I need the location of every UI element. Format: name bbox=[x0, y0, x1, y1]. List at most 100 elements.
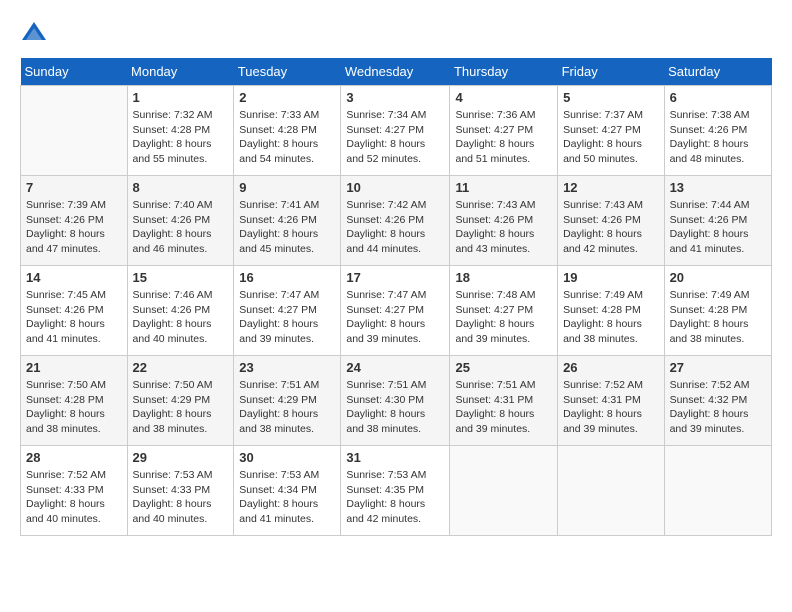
calendar-cell: 9 Sunrise: 7:41 AMSunset: 4:26 PMDaylight… bbox=[234, 176, 341, 266]
calendar-cell bbox=[21, 86, 128, 176]
day-info: Sunrise: 7:53 AMSunset: 4:34 PMDaylight:… bbox=[239, 468, 335, 527]
day-info: Sunrise: 7:40 AMSunset: 4:26 PMDaylight:… bbox=[133, 198, 229, 257]
calendar-cell: 25Sunrise: 7:51 AMSunset: 4:31 PMDayligh… bbox=[450, 356, 558, 446]
day-number: 16 bbox=[239, 270, 335, 285]
calendar-cell: 10 Sunrise: 7:42 AMSunset: 4:26 PMDayligh… bbox=[341, 176, 450, 266]
day-info: Sunrise: 7:49 AMSunset: 4:28 PMDaylight:… bbox=[563, 288, 659, 347]
calendar-cell: 7 Sunrise: 7:39 AMSunset: 4:26 PMDaylight… bbox=[21, 176, 128, 266]
calendar-cell: 13Sunrise: 7:44 AMSunset: 4:26 PMDayligh… bbox=[664, 176, 771, 266]
calendar-cell: 26 Sunrise: 7:52 AMSunset: 4:31 PMDayligh… bbox=[558, 356, 665, 446]
calendar-cell: 17 Sunrise: 7:47 AMSunset: 4:27 PMDayligh… bbox=[341, 266, 450, 356]
day-info: Sunrise: 7:36 AMSunset: 4:27 PMDaylight:… bbox=[455, 108, 552, 167]
calendar-cell: 21 Sunrise: 7:50 AMSunset: 4:28 PMDayligh… bbox=[21, 356, 128, 446]
calendar-cell: 19 Sunrise: 7:49 AMSunset: 4:28 PMDayligh… bbox=[558, 266, 665, 356]
calendar-week-row: 14 Sunrise: 7:45 AMSunset: 4:26 PMDayligh… bbox=[21, 266, 772, 356]
calendar-week-row: 1 Sunrise: 7:32 AMSunset: 4:28 PMDaylight… bbox=[21, 86, 772, 176]
day-info: Sunrise: 7:33 AMSunset: 4:28 PMDaylight:… bbox=[239, 108, 335, 167]
day-number: 17 bbox=[346, 270, 444, 285]
day-info: Sunrise: 7:43 AMSunset: 4:26 PMDaylight:… bbox=[455, 198, 552, 257]
day-info: Sunrise: 7:47 AMSunset: 4:27 PMDaylight:… bbox=[346, 288, 444, 347]
day-info: Sunrise: 7:50 AMSunset: 4:28 PMDaylight:… bbox=[26, 378, 122, 437]
day-info: Sunrise: 7:41 AMSunset: 4:26 PMDaylight:… bbox=[239, 198, 335, 257]
header-thursday: Thursday bbox=[450, 58, 558, 86]
calendar-cell: 23 Sunrise: 7:51 AMSunset: 4:29 PMDayligh… bbox=[234, 356, 341, 446]
day-info: Sunrise: 7:51 AMSunset: 4:29 PMDaylight:… bbox=[239, 378, 335, 437]
day-info: Sunrise: 7:39 AMSunset: 4:26 PMDaylight:… bbox=[26, 198, 122, 257]
calendar-cell: 8 Sunrise: 7:40 AMSunset: 4:26 PMDaylight… bbox=[127, 176, 234, 266]
day-info: Sunrise: 7:51 AMSunset: 4:30 PMDaylight:… bbox=[346, 378, 444, 437]
day-number: 25 bbox=[455, 360, 552, 375]
day-info: Sunrise: 7:52 AMSunset: 4:32 PMDaylight:… bbox=[670, 378, 766, 437]
header-tuesday: Tuesday bbox=[234, 58, 341, 86]
calendar-header-row: SundayMondayTuesdayWednesdayThursdayFrid… bbox=[21, 58, 772, 86]
day-number: 24 bbox=[346, 360, 444, 375]
day-info: Sunrise: 7:43 AMSunset: 4:26 PMDaylight:… bbox=[563, 198, 659, 257]
calendar-cell: 2 Sunrise: 7:33 AMSunset: 4:28 PMDaylight… bbox=[234, 86, 341, 176]
calendar-cell: 3Sunrise: 7:34 AMSunset: 4:27 PMDaylight… bbox=[341, 86, 450, 176]
calendar-cell: 27 Sunrise: 7:52 AMSunset: 4:32 PMDayligh… bbox=[664, 356, 771, 446]
calendar-cell: 11 Sunrise: 7:43 AMSunset: 4:26 PMDayligh… bbox=[450, 176, 558, 266]
day-number: 4 bbox=[455, 90, 552, 105]
header-monday: Monday bbox=[127, 58, 234, 86]
calendar-week-row: 28 Sunrise: 7:52 AMSunset: 4:33 PMDayligh… bbox=[21, 446, 772, 536]
day-number: 15 bbox=[133, 270, 229, 285]
calendar-cell: 29 Sunrise: 7:53 AMSunset: 4:33 PMDayligh… bbox=[127, 446, 234, 536]
calendar-cell: 18Sunrise: 7:48 AMSunset: 4:27 PMDayligh… bbox=[450, 266, 558, 356]
day-info: Sunrise: 7:42 AMSunset: 4:26 PMDaylight:… bbox=[346, 198, 444, 257]
logo-icon bbox=[20, 20, 48, 48]
day-info: Sunrise: 7:32 AMSunset: 4:28 PMDaylight:… bbox=[133, 108, 229, 167]
day-number: 1 bbox=[133, 90, 229, 105]
day-number: 23 bbox=[239, 360, 335, 375]
calendar-cell: 12Sunrise: 7:43 AMSunset: 4:26 PMDayligh… bbox=[558, 176, 665, 266]
day-info: Sunrise: 7:37 AMSunset: 4:27 PMDaylight:… bbox=[563, 108, 659, 167]
calendar-cell: 1 Sunrise: 7:32 AMSunset: 4:28 PMDaylight… bbox=[127, 86, 234, 176]
day-number: 31 bbox=[346, 450, 444, 465]
calendar-cell: 5 Sunrise: 7:37 AMSunset: 4:27 PMDaylight… bbox=[558, 86, 665, 176]
header-friday: Friday bbox=[558, 58, 665, 86]
day-info: Sunrise: 7:49 AMSunset: 4:28 PMDaylight:… bbox=[670, 288, 766, 347]
calendar-cell: 16 Sunrise: 7:47 AMSunset: 4:27 PMDayligh… bbox=[234, 266, 341, 356]
day-number: 13 bbox=[670, 180, 766, 195]
day-info: Sunrise: 7:50 AMSunset: 4:29 PMDaylight:… bbox=[133, 378, 229, 437]
day-info: Sunrise: 7:53 AMSunset: 4:35 PMDaylight:… bbox=[346, 468, 444, 527]
day-number: 14 bbox=[26, 270, 122, 285]
day-number: 9 bbox=[239, 180, 335, 195]
day-number: 5 bbox=[563, 90, 659, 105]
calendar-cell: 20 Sunrise: 7:49 AMSunset: 4:28 PMDayligh… bbox=[664, 266, 771, 356]
day-info: Sunrise: 7:52 AMSunset: 4:31 PMDaylight:… bbox=[563, 378, 659, 437]
day-number: 21 bbox=[26, 360, 122, 375]
calendar-cell: 22 Sunrise: 7:50 AMSunset: 4:29 PMDayligh… bbox=[127, 356, 234, 446]
day-number: 22 bbox=[133, 360, 229, 375]
calendar-cell bbox=[664, 446, 771, 536]
day-number: 28 bbox=[26, 450, 122, 465]
day-number: 20 bbox=[670, 270, 766, 285]
calendar-cell: 14 Sunrise: 7:45 AMSunset: 4:26 PMDayligh… bbox=[21, 266, 128, 356]
calendar-table: SundayMondayTuesdayWednesdayThursdayFrid… bbox=[20, 58, 772, 536]
day-number: 26 bbox=[563, 360, 659, 375]
calendar-week-row: 7 Sunrise: 7:39 AMSunset: 4:26 PMDaylight… bbox=[21, 176, 772, 266]
day-info: Sunrise: 7:45 AMSunset: 4:26 PMDaylight:… bbox=[26, 288, 122, 347]
calendar-cell: 4 Sunrise: 7:36 AMSunset: 4:27 PMDaylight… bbox=[450, 86, 558, 176]
day-number: 30 bbox=[239, 450, 335, 465]
day-number: 6 bbox=[670, 90, 766, 105]
calendar-cell: 30 Sunrise: 7:53 AMSunset: 4:34 PMDayligh… bbox=[234, 446, 341, 536]
day-number: 3 bbox=[346, 90, 444, 105]
day-info: Sunrise: 7:53 AMSunset: 4:33 PMDaylight:… bbox=[133, 468, 229, 527]
day-info: Sunrise: 7:38 AMSunset: 4:26 PMDaylight:… bbox=[670, 108, 766, 167]
day-info: Sunrise: 7:52 AMSunset: 4:33 PMDaylight:… bbox=[26, 468, 122, 527]
day-info: Sunrise: 7:46 AMSunset: 4:26 PMDaylight:… bbox=[133, 288, 229, 347]
day-number: 19 bbox=[563, 270, 659, 285]
day-info: Sunrise: 7:47 AMSunset: 4:27 PMDaylight:… bbox=[239, 288, 335, 347]
calendar-cell: 15 Sunrise: 7:46 AMSunset: 4:26 PMDayligh… bbox=[127, 266, 234, 356]
day-number: 29 bbox=[133, 450, 229, 465]
calendar-cell: 31 Sunrise: 7:53 AMSunset: 4:35 PMDayligh… bbox=[341, 446, 450, 536]
header-wednesday: Wednesday bbox=[341, 58, 450, 86]
page-header bbox=[20, 20, 772, 48]
day-number: 8 bbox=[133, 180, 229, 195]
day-number: 7 bbox=[26, 180, 122, 195]
day-number: 11 bbox=[455, 180, 552, 195]
day-number: 27 bbox=[670, 360, 766, 375]
day-number: 10 bbox=[346, 180, 444, 195]
calendar-cell bbox=[558, 446, 665, 536]
day-number: 2 bbox=[239, 90, 335, 105]
